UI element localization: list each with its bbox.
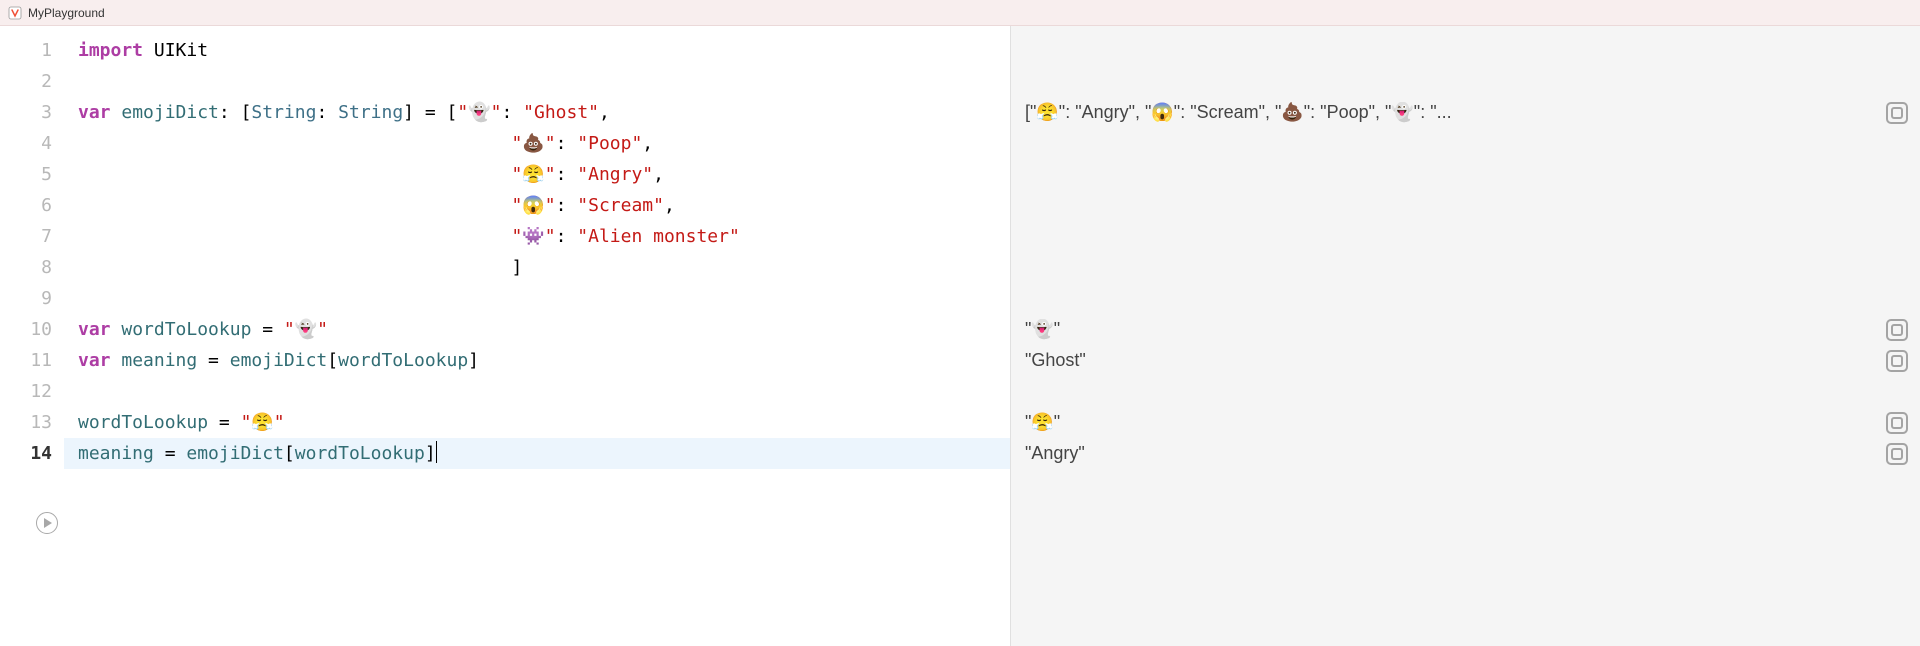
quicklook-button[interactable] — [1886, 443, 1908, 465]
line-number: 14 — [0, 438, 52, 469]
line-number: 10 — [0, 314, 52, 345]
line-number: 8 — [0, 252, 52, 283]
line-number: 5 — [0, 159, 52, 190]
text-cursor — [436, 441, 437, 463]
code-line[interactable]: "💩": "Poop", — [64, 128, 1010, 159]
line-number: 1 — [0, 35, 52, 66]
code-line[interactable]: var wordToLookup = "👻" — [64, 314, 1010, 345]
result-row: "😤" — [1011, 407, 1920, 438]
line-number: 9 — [0, 283, 52, 314]
quicklook-button[interactable] — [1886, 412, 1908, 434]
code-line[interactable] — [64, 66, 1010, 97]
line-number: 11 — [0, 345, 52, 376]
code-editor-pane[interactable]: 1234567891011121314 import UIKitvar emoj… — [0, 26, 1010, 646]
window-title: MyPlayground — [28, 6, 105, 20]
code-line[interactable]: ] — [64, 252, 1010, 283]
result-value: "😤" — [1025, 412, 1886, 433]
result-row: "Angry" — [1011, 438, 1920, 469]
line-number: 7 — [0, 221, 52, 252]
line-number: 13 — [0, 407, 52, 438]
code-line[interactable]: "👾": "Alien monster" — [64, 221, 1010, 252]
code-content[interactable]: import UIKit var emojiDict: [String: Stri… — [64, 26, 1010, 469]
playground-file-icon — [8, 6, 22, 20]
line-number-gutter: 1234567891011121314 — [0, 26, 64, 469]
line-number: 12 — [0, 376, 52, 407]
result-row: "👻" — [1011, 314, 1920, 345]
line-number: 3 — [0, 97, 52, 128]
result-row: ["😤": "Angry", "😱": "Scream", "💩": "Poop… — [1011, 97, 1920, 128]
run-button[interactable] — [36, 512, 58, 534]
window-titlebar: MyPlayground — [0, 0, 1920, 26]
result-value: "👻" — [1025, 319, 1886, 340]
quicklook-button[interactable] — [1886, 319, 1908, 341]
results-sidebar: ["😤": "Angry", "😱": "Scream", "💩": "Poop… — [1010, 26, 1920, 646]
code-line[interactable]: var meaning = emojiDict[wordToLookup] — [64, 345, 1010, 376]
result-value: "Angry" — [1025, 443, 1886, 464]
main-split: 1234567891011121314 import UIKitvar emoj… — [0, 26, 1920, 646]
result-value: ["😤": "Angry", "😱": "Scream", "💩": "Poop… — [1025, 102, 1886, 123]
code-line[interactable] — [64, 376, 1010, 407]
code-line[interactable]: meaning = emojiDict[wordToLookup] — [64, 438, 1010, 469]
code-line[interactable]: wordToLookup = "😤" — [64, 407, 1010, 438]
code-line[interactable]: "😱": "Scream", — [64, 190, 1010, 221]
code-line[interactable]: var emojiDict: [String: String] = ["👻": … — [64, 97, 1010, 128]
code-line[interactable]: "😤": "Angry", — [64, 159, 1010, 190]
line-number: 6 — [0, 190, 52, 221]
line-number: 4 — [0, 128, 52, 159]
result-value: "Ghost" — [1025, 350, 1886, 371]
result-row: "Ghost" — [1011, 345, 1920, 376]
quicklook-button[interactable] — [1886, 350, 1908, 372]
quicklook-button[interactable] — [1886, 102, 1908, 124]
line-number: 2 — [0, 66, 52, 97]
code-line[interactable]: import UIKit — [64, 35, 1010, 66]
code-line[interactable] — [64, 283, 1010, 314]
